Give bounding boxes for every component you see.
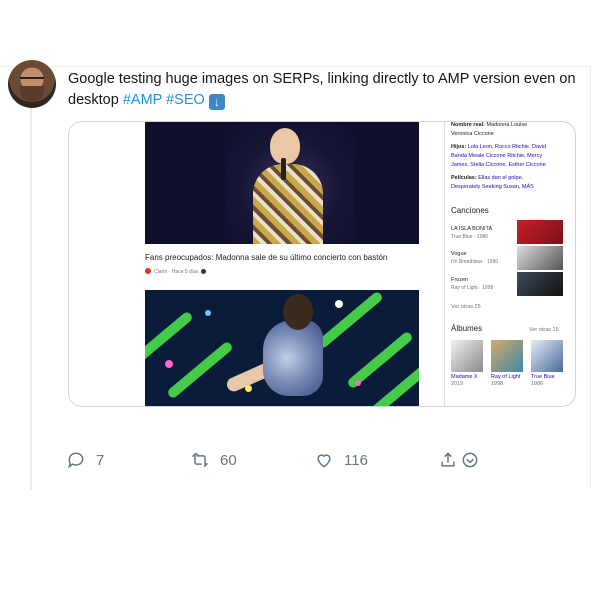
song-1-title[interactable]: LA ISLA BONITA [451,226,492,232]
hashtag-seo[interactable]: #SEO [166,92,205,108]
heart-icon [317,454,331,468]
like-count: 116 [344,451,368,469]
avatar[interactable] [8,60,56,108]
down-arrow-emoji-icon: ↓ [208,94,225,110]
serp-result-source: Clarín · Hace 5 días [145,268,207,275]
source-time: Hace 5 días [171,269,199,275]
serp-result-title[interactable]: Fans preocupados: Madonna sale de su últ… [145,253,415,262]
timeline-right-border [590,66,591,488]
hashtag-amp[interactable]: #AMP [123,92,162,108]
song-3-thumbnail[interactable] [517,272,563,296]
clarin-logo-icon [145,268,151,274]
microphone-icon [281,158,286,180]
amp-badge-icon [201,269,207,274]
serp-image-madonna-performance[interactable] [145,290,419,406]
retweet-button[interactable]: 60 [190,450,237,470]
share-button[interactable] [438,450,480,470]
album-2-caption[interactable]: Ray of Light 1998 [491,374,525,388]
reply-icon [68,452,84,469]
album-3-caption[interactable]: True Blue 1986 [531,374,565,388]
tweet-image-card[interactable]: Fans preocupados: Madonna sale de su últ… [68,121,576,407]
kp-real-name-cont: Veronica Ciccone [451,131,494,137]
album-ray-of-light-cover[interactable] [491,340,523,372]
album-1-caption[interactable]: Madame X 2019 [451,374,485,388]
kp-children-cont-1[interactable]: Banda Mwale Ciccone Ritchie, Mercy [451,153,542,159]
song-1-meta: True Blue · 1986 [451,234,489,240]
knowledge-panel-divider [444,122,445,406]
song-2-title[interactable]: Vogue [451,251,467,257]
song-2-thumbnail[interactable] [517,246,563,270]
performer-hair [283,294,313,330]
retweet-icon [191,452,209,468]
reply-button[interactable]: 7 [66,450,104,470]
performer-costume [263,320,323,396]
song-2-meta: I'm Breathless · 1990 [451,259,499,265]
see-more-songs-link[interactable]: Ver otras 25 [451,304,481,310]
thread-connector-line [30,100,32,490]
kp-real-name: Nombre real: Madonna Louise [451,122,528,128]
album-true-blue-cover[interactable] [531,340,563,372]
song-3-meta: Ray of Light · 1998 [451,285,494,291]
tweet-actions-bar: 7 60 116 [66,450,506,474]
source-name: Clarín [154,269,168,275]
kp-songs-header: Canciones [451,206,489,215]
see-more-albums-link[interactable]: Ver otras 15 [529,327,559,333]
album-madame-x-cover[interactable] [451,340,483,372]
song-1-thumbnail[interactable] [517,220,563,244]
share-icon [441,452,455,467]
reply-count: 7 [96,451,105,469]
avatar-glasses [20,77,44,83]
chevron-down-icon [462,452,478,468]
song-3-title[interactable]: Frozen [451,277,468,283]
performer-outfit [253,164,323,244]
kp-children: Hijos: Lola Leon, Rocco Ritchie, David [451,144,547,150]
tweet-top-divider [0,66,590,67]
serp-image-madonna-stage[interactable] [145,122,419,244]
kp-albums-header: Álbumes [451,324,483,333]
avatar-beard [20,86,44,102]
kp-children-cont-2[interactable]: James, Stella Ciccone, Esther Ciccone [451,162,546,168]
tweet-text: Google testing huge images on SERPs, lin… [68,69,578,111]
retweet-count: 60 [220,451,237,469]
kp-movies-cont[interactable]: Desperately Seeking Susan, MÁS [451,184,534,190]
kp-movies: Películas: Ellas dan el golpe, [451,175,524,181]
like-button[interactable]: 116 [314,450,368,470]
